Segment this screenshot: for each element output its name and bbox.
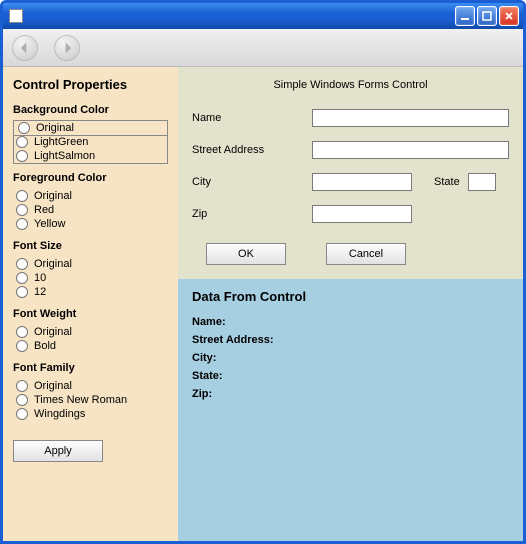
label-name: Name: [192, 112, 304, 124]
radio-input[interactable]: [16, 394, 28, 406]
radio-input[interactable]: [16, 272, 28, 284]
radio-input[interactable]: [16, 408, 28, 420]
data-heading: Data From Control: [192, 289, 509, 304]
data-area: Data From Control Name: Street Address: …: [178, 279, 523, 541]
row-name: Name: [192, 109, 509, 127]
data-state-line: State:: [192, 370, 509, 382]
radio-input[interactable]: [16, 258, 28, 270]
group-fontweight: Original Bold: [13, 324, 168, 354]
cancel-button[interactable]: Cancel: [326, 243, 406, 265]
state-input[interactable]: [468, 173, 496, 191]
form-title: Simple Windows Forms Control: [192, 79, 509, 91]
radio-label: LightGreen: [34, 135, 88, 149]
titlebar: [3, 3, 523, 29]
minimize-button[interactable]: [455, 6, 475, 26]
back-button[interactable]: [9, 33, 41, 63]
radio-label: 12: [34, 285, 46, 299]
forward-button[interactable]: [51, 33, 83, 63]
group-background: Original LightGreen LightSalmon: [13, 120, 168, 164]
apply-button[interactable]: Apply: [13, 440, 103, 462]
group-title-background: Background Color: [13, 104, 168, 116]
radio-label: LightSalmon: [34, 149, 95, 163]
city-input[interactable]: [312, 173, 412, 191]
data-name-line: Name:: [192, 316, 509, 328]
radio-label: Wingdings: [34, 407, 85, 421]
row-city-state: City State: [192, 173, 509, 191]
maximize-button[interactable]: [477, 6, 497, 26]
radio-input[interactable]: [16, 380, 28, 392]
radio-fs-12[interactable]: 12: [14, 285, 167, 299]
street-input[interactable]: [312, 141, 509, 159]
group-title-fontweight: Font Weight: [13, 308, 168, 320]
radio-fg-red[interactable]: Red: [14, 203, 167, 217]
radio-input[interactable]: [16, 326, 28, 338]
radio-input[interactable]: [16, 218, 28, 230]
form-area: Simple Windows Forms Control Name Street…: [178, 67, 523, 279]
radio-fw-bold[interactable]: Bold: [14, 339, 167, 353]
radio-bg-lightsalmon[interactable]: LightSalmon: [14, 149, 167, 163]
group-title-fontsize: Font Size: [13, 240, 168, 252]
radio-label: Yellow: [34, 217, 65, 231]
app-window: Control Properties Background Color Orig…: [0, 0, 526, 544]
radio-input[interactable]: [16, 204, 28, 216]
radio-ff-tnr[interactable]: Times New Roman: [14, 393, 167, 407]
radio-label: Bold: [34, 339, 56, 353]
arrow-right-icon: [54, 35, 80, 61]
label-state: State: [434, 176, 460, 188]
label-city: City: [192, 176, 304, 188]
form-buttons: OK Cancel: [192, 237, 509, 265]
ok-button[interactable]: OK: [206, 243, 286, 265]
radio-label: Original: [34, 325, 72, 339]
radio-label: Original: [34, 379, 72, 393]
row-street: Street Address: [192, 141, 509, 159]
radio-label: Original: [36, 121, 74, 135]
data-city-line: City:: [192, 352, 509, 364]
radio-label: Original: [34, 257, 72, 271]
radio-ff-wingdings[interactable]: Wingdings: [14, 407, 167, 421]
radio-input[interactable]: [16, 136, 28, 148]
group-fontsize: Original 10 12: [13, 256, 168, 300]
close-button[interactable]: [499, 6, 519, 26]
zip-input[interactable]: [312, 205, 412, 223]
window-buttons: [455, 6, 519, 26]
group-title-fontfamily: Font Family: [13, 362, 168, 374]
radio-input[interactable]: [16, 190, 28, 202]
row-zip: Zip: [192, 205, 509, 223]
radio-label: Red: [34, 203, 54, 217]
radio-input[interactable]: [18, 122, 30, 134]
arrow-left-icon: [12, 35, 38, 61]
radio-fg-original[interactable]: Original: [14, 189, 167, 203]
group-title-foreground: Foreground Color: [13, 172, 168, 184]
radio-input[interactable]: [16, 340, 28, 352]
radio-input[interactable]: [16, 150, 28, 162]
radio-fs-original[interactable]: Original: [14, 257, 167, 271]
label-street: Street Address: [192, 144, 304, 156]
radio-fs-10[interactable]: 10: [14, 271, 167, 285]
radio-fw-original[interactable]: Original: [14, 325, 167, 339]
app-icon: [9, 9, 23, 23]
sidebar: Control Properties Background Color Orig…: [3, 67, 178, 541]
group-fontfamily: Original Times New Roman Wingdings: [13, 378, 168, 422]
name-input[interactable]: [312, 109, 509, 127]
data-zip-line: Zip:: [192, 388, 509, 400]
sidebar-heading: Control Properties: [13, 77, 168, 92]
radio-label: Times New Roman: [34, 393, 127, 407]
radio-label: Original: [34, 189, 72, 203]
radio-label: 10: [34, 271, 46, 285]
radio-ff-original[interactable]: Original: [14, 379, 167, 393]
data-street-line: Street Address:: [192, 334, 509, 346]
radio-input[interactable]: [16, 286, 28, 298]
toolbar: [3, 29, 523, 67]
label-zip: Zip: [192, 208, 304, 220]
right-pane: Simple Windows Forms Control Name Street…: [178, 67, 523, 541]
radio-fg-yellow[interactable]: Yellow: [14, 217, 167, 231]
radio-bg-original[interactable]: Original: [13, 120, 168, 136]
radio-bg-lightgreen[interactable]: LightGreen: [14, 135, 167, 149]
group-foreground: Original Red Yellow: [13, 188, 168, 232]
